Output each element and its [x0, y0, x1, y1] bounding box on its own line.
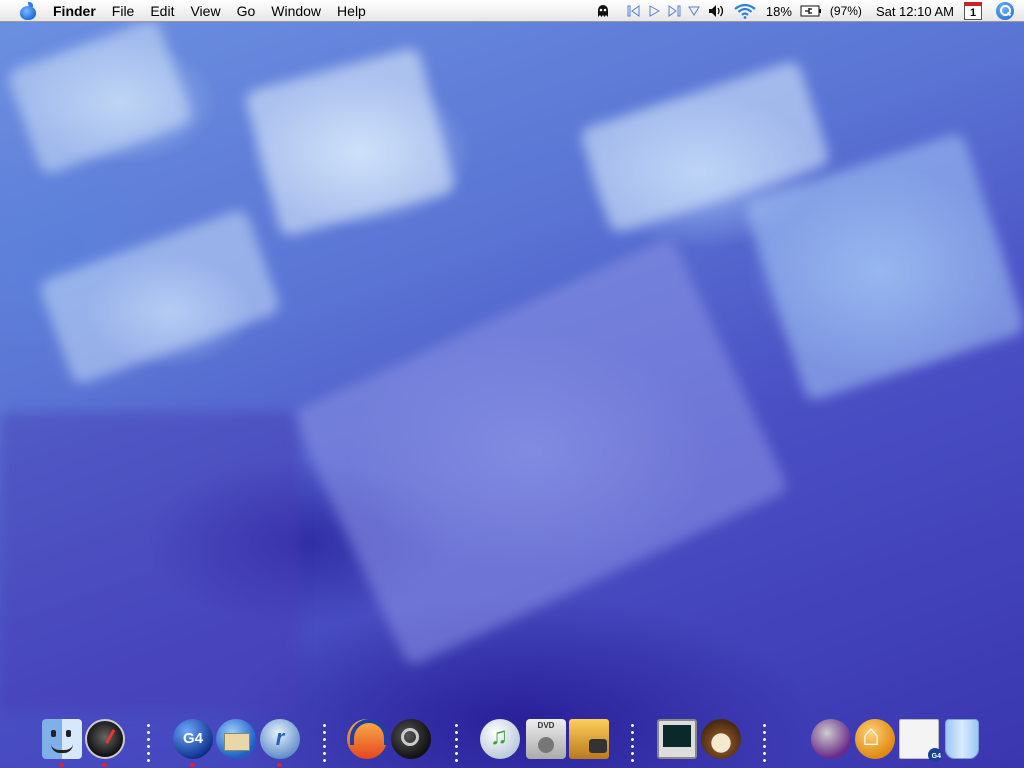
calendar-icon[interactable]: 1 [964, 2, 982, 20]
desktop-wallpaper [0, 22, 1024, 768]
thunderbird-icon[interactable] [216, 719, 256, 759]
document-g4-icon[interactable]: G4 [899, 719, 942, 762]
wallpaper-shape [243, 46, 457, 238]
dvd-player-icon[interactable]: DVD [526, 719, 566, 759]
coconut-battery-icon[interactable] [701, 719, 741, 759]
dashboard-icon[interactable] [85, 719, 125, 759]
realplayer-icon[interactable]: r [260, 719, 300, 759]
apple-menu-icon[interactable] [19, 1, 37, 20]
menu-bar: Finder File Edit View Go Window Help 18% [0, 0, 1024, 22]
running-indicator [59, 763, 64, 767]
wallpaper-shape [0, 412, 300, 712]
activity-monitor-icon[interactable] [657, 719, 697, 759]
spotlight-search-icon[interactable] [996, 2, 1014, 20]
wifi-icon[interactable] [730, 0, 760, 22]
itunes-icon[interactable] [480, 719, 520, 759]
audacity-icon[interactable] [347, 719, 388, 759]
wallpaper-shape [290, 236, 790, 668]
menu-edit[interactable]: Edit [142, 0, 182, 22]
dvd-label: DVD [537, 721, 555, 730]
previous-track-icon[interactable] [624, 0, 644, 22]
menu-app-finder[interactable]: Finder [53, 0, 104, 22]
menu-window[interactable]: Window [263, 0, 329, 22]
menu-help[interactable]: Help [329, 0, 374, 22]
dock-separator[interactable] [631, 722, 634, 762]
battery-icon[interactable] [798, 0, 824, 22]
dock-separator[interactable] [763, 722, 766, 762]
menu-go[interactable]: Go [229, 0, 264, 22]
dropdown-triangle-icon[interactable] [684, 0, 704, 22]
running-indicator [190, 763, 195, 767]
finder-icon[interactable] [42, 719, 82, 759]
play-icon[interactable] [644, 0, 664, 22]
dock-separator[interactable] [323, 722, 326, 762]
wallpaper-shape [6, 22, 194, 177]
spy-magnifier-icon[interactable] [391, 719, 431, 759]
menu-view[interactable]: View [182, 0, 228, 22]
running-indicator [102, 763, 107, 767]
doc-g4-label: G4 [931, 753, 941, 760]
menu-extras: 18% (97%) Sat 12:10 AM 1 [592, 0, 1024, 22]
g4-app-icon[interactable]: G4 [173, 719, 213, 759]
wallpaper-shape [37, 207, 283, 387]
vlc-icon[interactable] [811, 719, 851, 759]
dock-separator[interactable] [147, 722, 150, 762]
menubar-clock[interactable]: Sat 12:10 AM [876, 4, 954, 19]
home-folder-icon[interactable] [855, 719, 895, 759]
running-indicator [277, 763, 282, 767]
next-track-icon[interactable] [664, 0, 684, 22]
trash-icon[interactable] [945, 719, 979, 759]
cpu-percent[interactable]: 18% [766, 4, 792, 19]
battery-percent[interactable]: (97%) [830, 4, 862, 18]
iphoto-icon[interactable] [569, 719, 609, 759]
menu-file[interactable]: File [104, 0, 143, 22]
speaker-icon[interactable] [704, 0, 730, 22]
ghost-icon[interactable] [592, 0, 614, 22]
dock-separator[interactable] [455, 722, 458, 762]
